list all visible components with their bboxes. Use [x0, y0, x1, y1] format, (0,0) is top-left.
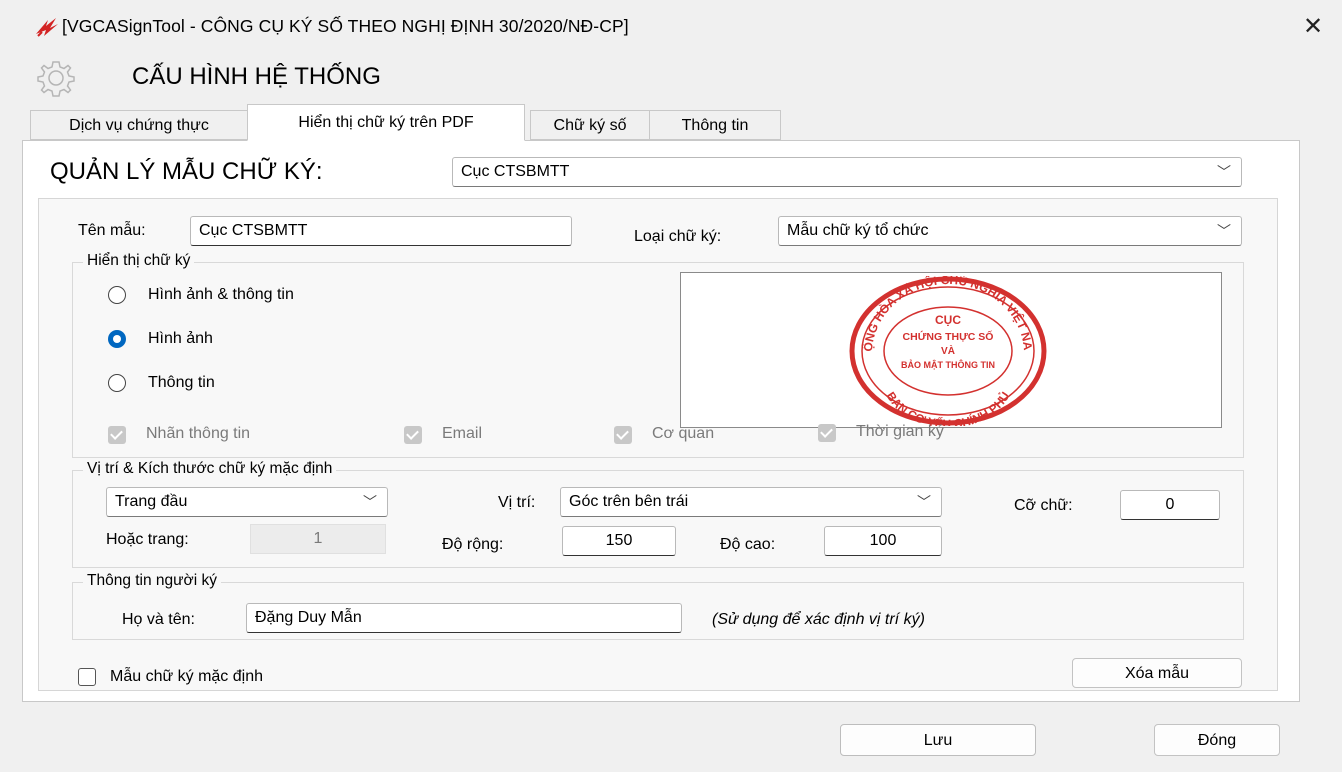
radio-image-and-info[interactable] — [108, 286, 126, 304]
signature-type-value: Mẫu chữ ký tổ chức — [787, 222, 929, 239]
signature-type-label: Loại chữ ký: — [634, 228, 722, 245]
seal-image: CỘNG HÒA XÃ HỘI CHỦ NGHĨA VIỆT NAM BAN C… — [836, 276, 1047, 426]
or-page-label: Hoặc trang: — [106, 531, 189, 548]
default-template-checkbox[interactable] — [78, 668, 96, 686]
page-title: CẤU HÌNH HỆ THỐNG — [132, 63, 381, 90]
gear-icon — [37, 61, 75, 97]
default-template-label: Mẫu chữ ký mặc định — [110, 668, 263, 685]
tab-digital-signature[interactable]: Chữ ký số — [530, 110, 650, 140]
seal-line-4: BẢO MẬT THÔNG TIN — [901, 359, 995, 370]
seal-line-2: CHỨNG THỰC SỐ — [903, 329, 994, 343]
width-input[interactable]: 150 — [562, 526, 676, 556]
template-name-input[interactable]: Cục CTSBMTT — [190, 216, 572, 246]
radio-image-label: Hình ảnh — [148, 330, 213, 347]
signer-name-input[interactable]: Đặng Duy Mẫn — [246, 603, 682, 633]
checkbox-email-text: Email — [442, 425, 483, 442]
template-manager-label: QUẢN LÝ MẪU CHỮ KÝ: — [50, 158, 323, 185]
template-select-value: Cục CTSBMTT — [461, 163, 570, 180]
page-select[interactable]: Trang đầu ﹀ — [106, 487, 388, 517]
save-button[interactable]: Lưu — [840, 724, 1036, 756]
radio-info[interactable] — [108, 374, 126, 392]
page-select-value: Trang đầu — [115, 493, 188, 510]
vgca-logo-icon — [36, 18, 58, 37]
signer-group-legend: Thông tin người ký — [83, 572, 221, 590]
position-select[interactable]: Góc trên bên trái ﹀ — [560, 487, 942, 517]
font-size-input[interactable]: 0 — [1120, 490, 1220, 520]
position-select-value: Góc trên bên trái — [569, 493, 689, 510]
close-button[interactable]: Đóng — [1154, 724, 1280, 756]
height-label: Độ cao: — [720, 536, 776, 553]
signer-hint: (Sử dụng để xác định vị trí ký) — [712, 611, 925, 628]
height-input[interactable]: 100 — [824, 526, 942, 556]
checkbox-email — [404, 426, 422, 444]
close-window-icon[interactable]: ✕ — [1296, 12, 1330, 42]
position-label: Vị trí: — [498, 494, 536, 511]
or-page-input: 1 — [250, 524, 386, 554]
checkbox-signing-time-text: Thời gian ký — [856, 423, 944, 440]
chevron-down-icon: ﹀ — [917, 494, 931, 510]
tab-pdf-signature-display[interactable]: Hiển thị chữ ký trên PDF — [247, 104, 525, 141]
checkbox-organization — [614, 426, 632, 444]
tab-certification-service[interactable]: Dịch vụ chứng thực — [30, 110, 248, 140]
radio-image[interactable] — [108, 330, 126, 348]
tab-information[interactable]: Thông tin — [649, 110, 781, 140]
signature-type-select[interactable]: Mẫu chữ ký tổ chức ﹀ — [778, 216, 1242, 246]
checkbox-organization-text: Cơ quan — [652, 425, 715, 442]
chevron-down-icon: ﹀ — [1217, 164, 1231, 180]
template-select[interactable]: Cục CTSBMTT ﹀ — [452, 157, 1242, 187]
radio-image-and-info-label: Hình ảnh & thông tin — [148, 286, 294, 303]
font-size-label: Cỡ chữ: — [1014, 497, 1073, 514]
checkbox-info-label — [108, 426, 126, 444]
checkbox-info-label-text: Nhãn thông tin — [146, 425, 251, 442]
seal-line-3: VÀ — [941, 344, 955, 357]
title-bar: [VGCASignTool - CÔNG CỤ KÝ SỐ THEO NGHỊ … — [0, 0, 1342, 44]
seal-line-1: CỤC — [935, 313, 961, 327]
chevron-down-icon: ﹀ — [363, 494, 377, 510]
checkbox-signing-time — [818, 424, 836, 442]
radio-info-label: Thông tin — [148, 374, 215, 391]
delete-template-button[interactable]: Xóa mẫu — [1072, 658, 1242, 688]
display-group-legend: Hiển thị chữ ký — [83, 252, 195, 270]
position-group-legend: Vị trí & Kích thước chữ ký mặc định — [83, 460, 337, 478]
signer-name-label: Họ và tên: — [122, 611, 195, 628]
template-name-label: Tên mẫu: — [78, 222, 146, 239]
width-label: Độ rộng: — [442, 536, 504, 553]
chevron-down-icon: ﹀ — [1217, 223, 1231, 239]
window-title: [VGCASignTool - CÔNG CỤ KÝ SỐ THEO NGHỊ … — [62, 16, 629, 36]
